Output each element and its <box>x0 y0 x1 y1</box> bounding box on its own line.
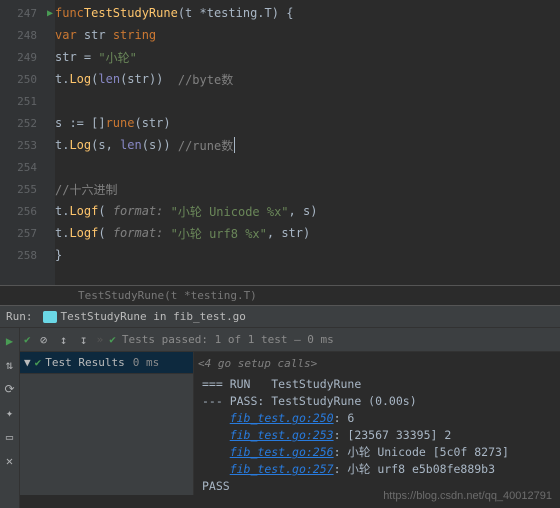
line-number: 257 <box>17 227 37 240</box>
run-toolbar: ✔ ⊘ ↕ ↧ » ✔ Tests passed: 1 of 1 test – … <box>20 328 560 352</box>
file-link[interactable]: fib_test.go:250 <box>230 411 334 425</box>
setup-calls[interactable]: <4 go setup calls> <box>194 352 560 374</box>
line-number: 251 <box>17 95 37 108</box>
code-line: t.Logf( format: "小轮 Unicode %x", s) <box>55 200 560 222</box>
line-number: 256 <box>17 205 37 218</box>
code-line: str = "小轮" <box>55 46 560 68</box>
console-output[interactable]: === RUN TestStudyRune --- PASS: TestStud… <box>194 374 560 495</box>
collapse-icon[interactable]: ↕ <box>57 333 71 347</box>
run-header: Run: TestStudyRune in fib_test.go <box>0 306 560 328</box>
code-line: t.Log(s, len(s)) //rune数 <box>55 134 560 156</box>
tests-passed-label: Tests passed: 1 of 1 test – 0 ms <box>122 333 334 346</box>
gutter: 247 ▶ 248 249 250 251 252 253 254 255 256… <box>0 0 55 285</box>
code-line: t.Log(len(str)) //byte数 <box>55 68 560 90</box>
line-number: 250 <box>17 73 37 86</box>
code-line <box>55 90 560 112</box>
code-line: } <box>55 244 560 266</box>
rerun-icon[interactable]: ▶ <box>3 334 17 348</box>
run-side-toolbar: ▶ ⇅ ⟳ ✦ ▭ ✕ <box>0 328 20 508</box>
code-line <box>55 156 560 178</box>
run-label: Run: <box>6 310 33 323</box>
chevron-down-icon: ▼ <box>24 356 31 369</box>
expand-icon[interactable]: ↧ <box>77 333 91 347</box>
code-editor: 247 ▶ 248 249 250 251 252 253 254 255 256… <box>0 0 560 285</box>
line-number: 247 <box>17 7 37 20</box>
line-number: 253 <box>17 139 37 152</box>
code-area[interactable]: func TestStudyRune(t *testing.T) { var s… <box>55 0 560 285</box>
pass-check-icon: ✔ <box>109 333 116 346</box>
line-number: 255 <box>17 183 37 196</box>
test-results-root[interactable]: ▼ ✔ Test Results 0 ms <box>20 352 193 374</box>
go-file-icon <box>43 311 57 323</box>
editor-caret <box>234 137 235 153</box>
code-line: s := []rune(str) <box>55 112 560 134</box>
line-number: 249 <box>17 51 37 64</box>
watermark: https://blog.csdn.net/qq_40012791 <box>383 490 552 502</box>
file-link[interactable]: fib_test.go:253 <box>230 428 334 442</box>
toggle-icon[interactable]: ⇅ <box>3 358 17 372</box>
code-line: var str string <box>55 24 560 46</box>
breadcrumb[interactable]: TestStudyRune(t *testing.T) <box>0 285 560 305</box>
check-icon[interactable]: ✔ <box>24 333 31 346</box>
line-number: 254 <box>17 161 37 174</box>
line-number: 252 <box>17 117 37 130</box>
code-line: func TestStudyRune(t *testing.T) { <box>55 2 560 24</box>
file-link[interactable]: fib_test.go:257 <box>230 462 334 476</box>
close-icon[interactable]: ✕ <box>3 454 17 468</box>
pin-icon[interactable]: ✦ <box>3 406 17 420</box>
line-number: 258 <box>17 249 37 262</box>
line-number: 248 <box>17 29 37 42</box>
run-config[interactable]: TestStudyRune in fib_test.go <box>43 310 246 323</box>
run-panel: Run: TestStudyRune in fib_test.go ▶ ⇅ ⟳ … <box>0 305 560 508</box>
code-line: //十六进制 <box>55 178 560 200</box>
file-link[interactable]: fib_test.go:256 <box>230 445 334 459</box>
layout-icon[interactable]: ▭ <box>3 430 17 444</box>
code-line: t.Logf( format: "小轮 urf8 %x", str) <box>55 222 560 244</box>
debug-icon[interactable]: ⟳ <box>3 382 17 396</box>
stop-icon[interactable]: ⊘ <box>37 333 51 347</box>
run-gutter-icon[interactable]: ▶ <box>47 8 53 19</box>
check-icon: ✔ <box>35 356 42 369</box>
